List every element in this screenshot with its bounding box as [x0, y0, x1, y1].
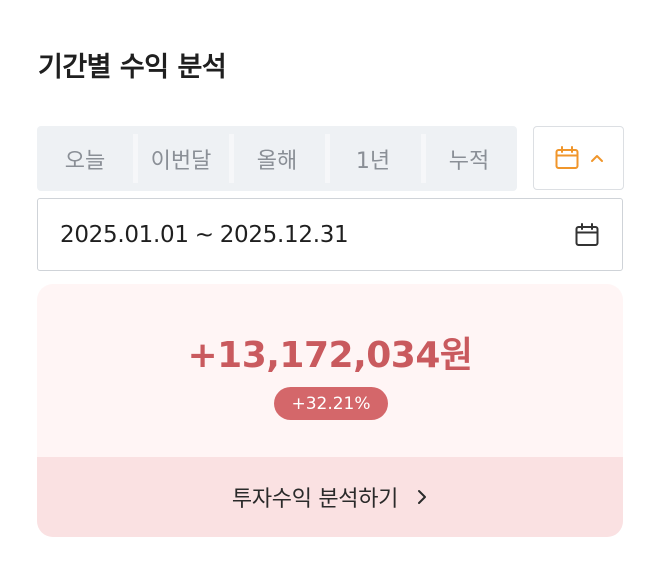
- calendar-icon: [554, 145, 580, 171]
- tab-one-year[interactable]: 1년: [325, 126, 421, 191]
- tab-this-month[interactable]: 이번달: [133, 126, 229, 191]
- calendar-icon[interactable]: [574, 222, 600, 248]
- profit-summary-card: +13,172,034원 +32.21% 투자수익 분석하기: [37, 284, 623, 537]
- tab-today[interactable]: 오늘: [37, 126, 133, 191]
- page-title: 기간별 수익 분석: [38, 52, 227, 83]
- tab-this-year[interactable]: 올해: [229, 126, 325, 191]
- date-separator: ~: [194, 221, 214, 248]
- calendar-toggle-button[interactable]: [533, 126, 624, 190]
- date-range-field[interactable]: 2025.01.01 ~2025.12.31: [37, 198, 623, 271]
- tab-cumulative[interactable]: 누적: [421, 126, 517, 191]
- investment-analysis-button[interactable]: 투자수익 분석하기: [37, 457, 623, 537]
- date-range-text: 2025.01.01 ~2025.12.31: [60, 222, 574, 248]
- date-end: 2025.12.31: [219, 221, 349, 248]
- analysis-link-label: 투자수익 분석하기: [231, 487, 399, 512]
- period-tabs: 오늘 이번달 올해 1년 누적: [37, 126, 517, 191]
- profit-rate-badge: +32.21%: [274, 387, 388, 420]
- date-start: 2025.01.01: [60, 221, 189, 248]
- chevron-right-icon: [416, 488, 428, 506]
- profit-amount: +13,172,034원: [187, 335, 473, 376]
- chevron-up-icon: [590, 153, 604, 163]
